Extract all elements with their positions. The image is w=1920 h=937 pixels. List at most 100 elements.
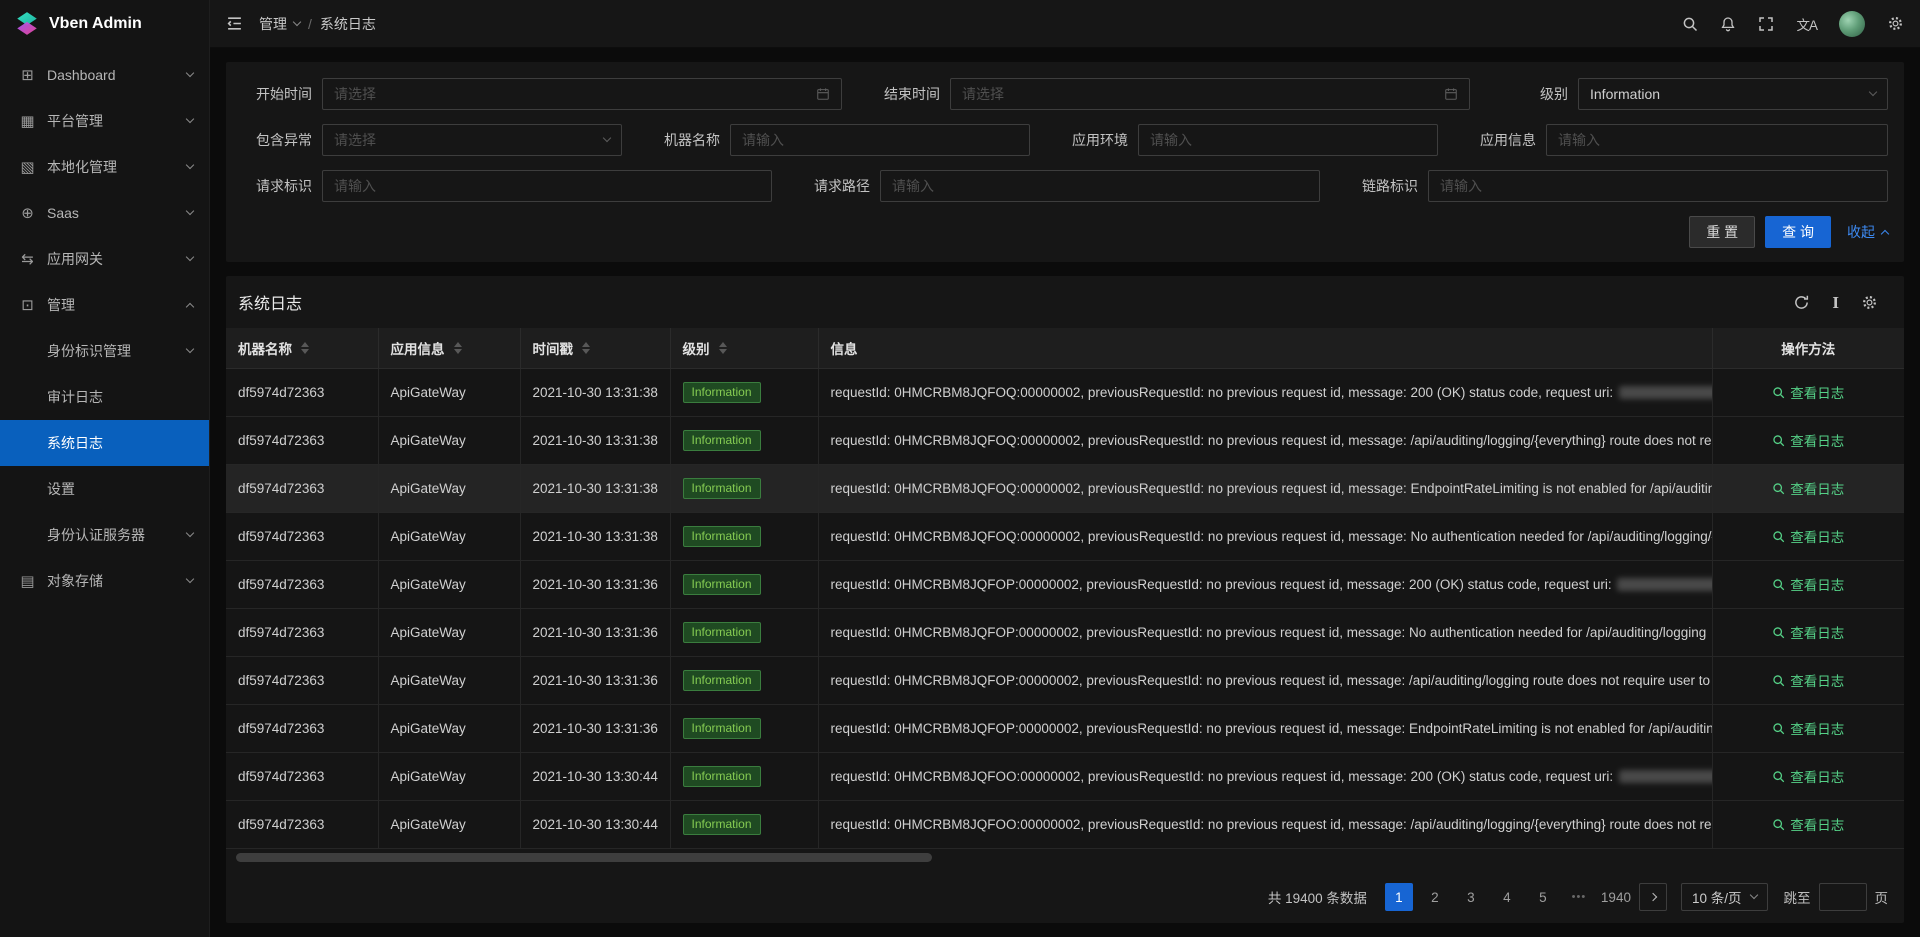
view-log-button[interactable]: 查看日志 (1772, 670, 1844, 690)
start-time-datepicker[interactable] (322, 78, 842, 110)
sidebar-item-management[interactable]: ⊡ 管理 (0, 282, 209, 328)
view-log-button[interactable]: 查看日志 (1772, 574, 1844, 594)
chevron-down-icon (604, 139, 610, 141)
settings-gear-icon[interactable] (1887, 15, 1904, 32)
page-size-value: 10 条/页 (1692, 887, 1742, 907)
chevron-down-icon (187, 350, 193, 352)
chevron-down-icon (1870, 93, 1876, 95)
column-header-level[interactable]: 级别 (670, 328, 818, 368)
gateway-icon: ⇆ (18, 250, 37, 268)
menu-fold-icon[interactable] (226, 15, 243, 32)
has-exception-select[interactable]: 请选择 (322, 124, 622, 156)
page-button-3[interactable]: 3 (1457, 883, 1485, 911)
view-log-button[interactable]: 查看日志 (1772, 526, 1844, 546)
page-button-4[interactable]: 4 (1493, 883, 1521, 911)
machine-name-field[interactable] (730, 124, 1030, 156)
view-log-button[interactable]: 查看日志 (1772, 766, 1844, 786)
dashboard-icon: ⊞ (18, 66, 37, 84)
page-button-5[interactable]: 5 (1529, 883, 1557, 911)
start-time-input[interactable] (334, 86, 808, 102)
user-avatar[interactable] (1839, 11, 1865, 37)
table-header-bar: 系统日志 I (226, 276, 1904, 328)
column-header-timestamp[interactable]: 时间戳 (520, 328, 670, 368)
column-header-app-info[interactable]: 应用信息 (378, 328, 520, 368)
table-row: df5974d72363 ApiGateWay 2021-10-30 13:30… (226, 752, 1904, 800)
request-path-input[interactable] (892, 178, 1308, 194)
scrollbar-thumb[interactable] (236, 853, 932, 862)
sidebar-item-saas[interactable]: ⊕ Saas (0, 190, 209, 236)
level-select[interactable]: Information (1578, 78, 1888, 110)
column-settings-icon[interactable] (1861, 294, 1878, 311)
sidebar-item-system-log[interactable]: 系统日志 (0, 420, 209, 466)
request-id-label: 请求标识 (242, 176, 312, 196)
chevron-up-icon (1881, 230, 1889, 238)
search-icon[interactable] (1682, 16, 1698, 32)
end-time-datepicker[interactable] (950, 78, 1470, 110)
sidebar-item-identity-management[interactable]: 身份标识管理 (0, 328, 209, 374)
app-logo[interactable]: Vben Admin (0, 0, 209, 48)
chevron-down-icon (187, 212, 193, 214)
redacted-text (1619, 770, 1712, 783)
app-info-input[interactable] (1558, 132, 1876, 148)
app-title: Vben Admin (49, 15, 142, 33)
horizontal-scrollbar[interactable] (236, 852, 1894, 863)
app-env-input[interactable] (1150, 132, 1426, 148)
breadcrumb-management[interactable]: 管理 (259, 14, 300, 34)
reset-button[interactable]: 重 置 (1689, 216, 1755, 248)
refresh-icon[interactable] (1793, 294, 1810, 311)
sidebar-item-auth-server[interactable]: 身份认证服务器 (0, 512, 209, 558)
page-size-select[interactable]: 10 条/页 (1681, 883, 1768, 911)
row-height-icon[interactable]: I (1832, 294, 1839, 311)
filter-field-trace-id: 链路标识 (1348, 170, 1888, 202)
trace-id-input[interactable] (1440, 178, 1876, 194)
breadcrumb-separator: / (308, 16, 312, 32)
request-id-field[interactable] (322, 170, 772, 202)
logo-icon (14, 11, 40, 37)
query-button[interactable]: 查 询 (1765, 216, 1831, 248)
level-badge: Information (683, 622, 761, 643)
jump-page-input[interactable] (1819, 883, 1867, 911)
sidebar-item-localization[interactable]: ▧ 本地化管理 (0, 144, 209, 190)
end-time-input[interactable] (962, 86, 1436, 102)
breadcrumb-current: 系统日志 (320, 14, 376, 34)
level-badge: Information (683, 526, 761, 547)
page-button-last[interactable]: 1940 (1601, 883, 1631, 911)
sidebar-item-dashboard[interactable]: ⊞ Dashboard (0, 52, 209, 98)
pagination-ellipsis[interactable]: ••• (1565, 883, 1593, 911)
system-log-panel: 系统日志 I (226, 276, 1904, 923)
request-path-field[interactable] (880, 170, 1320, 202)
sidebar-item-settings[interactable]: 设置 (0, 466, 209, 512)
view-log-button[interactable]: 查看日志 (1772, 430, 1844, 450)
request-id-input[interactable] (334, 178, 760, 194)
sidebar-item-object-storage[interactable]: ▤ 对象存储 (0, 558, 209, 604)
trace-id-label: 链路标识 (1348, 176, 1418, 196)
view-log-button[interactable]: 查看日志 (1772, 622, 1844, 642)
language-switch-icon[interactable]: 文A (1796, 14, 1817, 34)
trace-id-field[interactable] (1428, 170, 1888, 202)
fullscreen-icon[interactable] (1758, 16, 1774, 32)
page-button-1[interactable]: 1 (1385, 883, 1413, 911)
sidebar-item-gateway[interactable]: ⇆ 应用网关 (0, 236, 209, 282)
view-log-button[interactable]: 查看日志 (1772, 814, 1844, 834)
column-header-machine[interactable]: 机器名称 (226, 328, 378, 368)
app-env-field[interactable] (1138, 124, 1438, 156)
table-header-row: 机器名称 应用信息 时间戳 (226, 328, 1904, 368)
sort-icon (454, 342, 462, 354)
notification-bell-icon[interactable] (1720, 16, 1736, 32)
view-log-button[interactable]: 查看日志 (1772, 478, 1844, 498)
view-log-button[interactable]: 查看日志 (1772, 718, 1844, 738)
sidebar-item-audit-log[interactable]: 审计日志 (0, 374, 209, 420)
filter-field-app-env: 应用环境 (1058, 124, 1438, 156)
table-row: df5974d72363 ApiGateWay 2021-10-30 13:31… (226, 464, 1904, 512)
filter-field-level: 级别 Information (1498, 78, 1888, 110)
sidebar-item-platform[interactable]: ▦ 平台管理 (0, 98, 209, 144)
next-page-button[interactable] (1639, 883, 1667, 911)
view-log-button[interactable]: 查看日志 (1772, 382, 1844, 402)
page-button-2[interactable]: 2 (1421, 883, 1449, 911)
app-info-field[interactable] (1546, 124, 1888, 156)
machine-name-input[interactable] (742, 132, 1018, 148)
collapse-toggle[interactable]: 收起 (1847, 222, 1888, 242)
filter-row-3: 请求标识 请求路径 链路标识 (242, 170, 1888, 202)
topbar-actions: 文A (1682, 11, 1904, 37)
level-badge: Information (683, 478, 761, 499)
